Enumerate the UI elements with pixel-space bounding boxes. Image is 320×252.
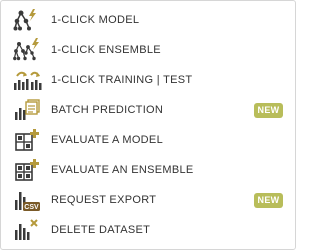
menu-item-evaluate-ensemble[interactable]: EVALUATE AN ENSEMBLE (1, 155, 295, 185)
menu-item-evaluate-model[interactable]: EVALUATE A MODEL (1, 125, 295, 155)
menu-item-label: 1-CLICK TRAINING | TEST (51, 74, 193, 86)
evaluate-model-icon (13, 128, 43, 152)
ensemble-icon (13, 38, 43, 62)
menu-item-1-click-model[interactable]: 1-CLICK MODEL (1, 5, 295, 35)
new-badge: NEW (254, 193, 283, 208)
menu-item-batch-prediction[interactable]: BATCH PREDICTION NEW (1, 95, 295, 125)
menu-item-label: 1-CLICK ENSEMBLE (51, 44, 161, 56)
new-badge: NEW (254, 103, 283, 118)
menu-item-label: 1-CLICK MODEL (51, 14, 140, 26)
menu-item-label: EVALUATE AN ENSEMBLE (51, 164, 194, 176)
menu-item-1-click-training-test[interactable]: 1-CLICK TRAINING | TEST (1, 65, 295, 95)
csv-label: CSV (24, 204, 39, 211)
dataset-actions-menu: 1-CLICK MODEL 1-CLICK ENSEMBLE 1-CLICK T… (0, 0, 296, 250)
training-test-icon (13, 68, 43, 92)
menu-item-request-export[interactable]: CSV REQUEST EXPORT NEW (1, 185, 295, 215)
menu-item-label: EVALUATE A MODEL (51, 134, 163, 146)
menu-item-label: DELETE DATASET (51, 224, 151, 236)
batch-prediction-icon (13, 98, 43, 122)
menu-item-label: REQUEST EXPORT (51, 194, 157, 206)
model-icon (13, 8, 43, 32)
menu-item-label: BATCH PREDICTION (51, 104, 164, 116)
delete-dataset-icon (13, 218, 43, 242)
evaluate-ensemble-icon (13, 158, 43, 182)
menu-item-1-click-ensemble[interactable]: 1-CLICK ENSEMBLE (1, 35, 295, 65)
menu-item-delete-dataset[interactable]: DELETE DATASET (1, 215, 295, 245)
request-export-icon: CSV (13, 188, 43, 212)
